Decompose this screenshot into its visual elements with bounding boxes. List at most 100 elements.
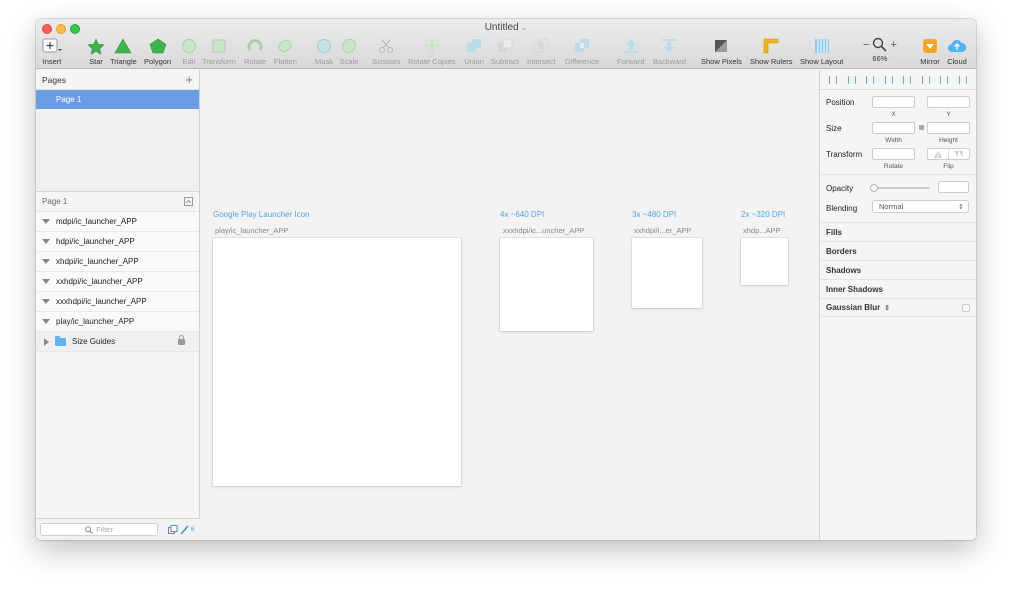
- scale-icon: [339, 37, 359, 55]
- opacity-slider-thumb[interactable]: [870, 184, 878, 192]
- disclosure-triangle-icon[interactable]: [42, 299, 50, 304]
- align-left-icon[interactable]: [829, 75, 838, 84]
- distribute-icon[interactable]: [847, 75, 856, 84]
- slice-brush-icon[interactable]: [180, 524, 190, 535]
- window-title[interactable]: Untitled ⌄: [36, 22, 976, 33]
- layer-row[interactable]: hdpi/ic_launcher_APP: [36, 232, 199, 252]
- layer-row[interactable]: xxhdpi/ic_launcher_APP: [36, 272, 199, 292]
- flip-horizontal-icon[interactable]: [928, 149, 949, 159]
- align-center-icon[interactable]: [884, 75, 893, 84]
- height-input[interactable]: [927, 122, 970, 134]
- transform-tool-button[interactable]: Transform: [202, 37, 236, 67]
- show-rulers-button[interactable]: Show Rulers: [750, 37, 793, 67]
- cloud-button[interactable]: Cloud: [947, 37, 967, 67]
- align-right-icon[interactable]: [903, 75, 912, 84]
- title-bar: Untitled ⌄ Insert Star Triangle Polygon …: [36, 19, 976, 69]
- collapse-layers-icon[interactable]: [184, 197, 193, 206]
- show-pixels-button[interactable]: Show Pixels: [701, 37, 742, 67]
- scissors-icon: [376, 37, 396, 55]
- subtract-tool-button[interactable]: Subtract: [491, 37, 519, 67]
- page-item-page-1[interactable]: Page 1: [36, 90, 199, 109]
- position-y-input[interactable]: [927, 96, 970, 108]
- filter-bar: Filter 6: [36, 518, 200, 540]
- disclosure-triangle-icon[interactable]: [42, 219, 50, 224]
- align-bottom-icon[interactable]: [958, 75, 967, 84]
- rotate-tool-button[interactable]: Rotate: [244, 37, 266, 67]
- flatten-tool-button[interactable]: Flatten: [274, 37, 297, 67]
- add-page-button[interactable]: +: [185, 72, 193, 87]
- layer-row[interactable]: play/ic_launcher_APP: [36, 312, 199, 332]
- show-layout-icon: [812, 37, 832, 55]
- gaussian-blur-checkbox[interactable]: [962, 303, 970, 312]
- intersect-tool-button[interactable]: Intersect: [527, 37, 556, 67]
- position-x-input[interactable]: [872, 96, 915, 108]
- artboard-name[interactable]: play/ic_launcher_APP: [215, 226, 288, 235]
- triangle-tool-button[interactable]: Triangle: [110, 37, 137, 67]
- union-tool-button[interactable]: Union: [464, 37, 484, 67]
- backward-tool-button[interactable]: Backward: [653, 37, 686, 67]
- disclosure-triangle-icon[interactable]: [42, 319, 50, 324]
- copy-layers-icon[interactable]: [168, 524, 178, 535]
- borders-section[interactable]: Borders: [820, 241, 976, 260]
- artboard-xxxhdpi[interactable]: [500, 238, 593, 331]
- lock-ratio-icon[interactable]: [919, 125, 924, 130]
- flip-vertical-icon[interactable]: [949, 149, 969, 159]
- align-middle-icon[interactable]: [940, 75, 949, 84]
- width-input[interactable]: [872, 122, 915, 134]
- layers-sidebar: Pages + Page 1 Page 1 mdpi/ic_launcher_A…: [36, 70, 200, 540]
- polygon-tool-button[interactable]: Polygon: [144, 37, 171, 67]
- star-tool-button[interactable]: Star: [86, 37, 106, 67]
- artboard-group-title: 4x ~640 DPI: [500, 210, 545, 219]
- filter-input[interactable]: Filter: [40, 523, 158, 536]
- artboard-play[interactable]: [213, 238, 461, 486]
- opacity-slider[interactable]: [870, 184, 930, 192]
- artboard-xxhdpi[interactable]: [632, 238, 702, 308]
- shadows-section[interactable]: Shadows: [820, 260, 976, 279]
- blending-select[interactable]: Normal ⇕: [872, 200, 969, 213]
- lock-icon[interactable]: [178, 334, 185, 345]
- artboard-name[interactable]: xxhdpi/i...er_APP: [634, 226, 692, 235]
- artboard-name[interactable]: xhdp...APP: [743, 226, 781, 235]
- magnifier-icon: [873, 37, 888, 52]
- zoom-in-button[interactable]: +: [890, 39, 896, 51]
- export-count: 6: [191, 526, 195, 533]
- layer-row[interactable]: xxxhdpi/ic_launcher_APP: [36, 292, 199, 312]
- inner-shadows-section[interactable]: Inner Shadows: [820, 279, 976, 298]
- rotate-copies-icon: [422, 37, 442, 55]
- insert-button[interactable]: Insert: [42, 37, 62, 67]
- forward-tool-button[interactable]: Forward: [617, 37, 645, 67]
- mirror-button[interactable]: Mirror: [920, 37, 940, 67]
- fills-section[interactable]: Fills: [820, 222, 976, 241]
- rotate-input[interactable]: [872, 148, 915, 160]
- opacity-input[interactable]: [938, 181, 969, 193]
- select-arrows-icon[interactable]: ⇕: [884, 304, 890, 312]
- show-rulers-icon: [761, 37, 781, 55]
- pages-header: Pages +: [36, 70, 199, 90]
- mask-tool-button[interactable]: Mask: [314, 37, 334, 67]
- layer-row-size-guides[interactable]: Size Guides: [36, 332, 199, 352]
- transform-icon: [209, 37, 229, 55]
- gaussian-blur-section[interactable]: Gaussian Blur ⇕: [820, 298, 976, 317]
- disclosure-triangle-icon[interactable]: [42, 259, 50, 264]
- rotate-copies-tool-button[interactable]: Rotate Copies: [408, 37, 456, 67]
- disclosure-triangle-icon[interactable]: [42, 279, 50, 284]
- show-layout-button[interactable]: Show Layout: [800, 37, 843, 67]
- layer-row[interactable]: mdpi/ic_launcher_APP: [36, 212, 199, 232]
- difference-tool-button[interactable]: Difference: [565, 37, 599, 67]
- scale-tool-button[interactable]: Scale: [339, 37, 359, 67]
- artboard-name[interactable]: xxxhdpi/ic...uncher_APP: [503, 226, 584, 235]
- backward-icon: [659, 37, 679, 55]
- flip-control: [927, 148, 970, 160]
- artboard-xhdpi[interactable]: [741, 238, 788, 285]
- disclosure-triangle-icon[interactable]: [44, 337, 49, 346]
- disclosure-triangle-icon[interactable]: [42, 239, 50, 244]
- align-vertical-top-icon[interactable]: [921, 75, 930, 84]
- canvas[interactable]: Google Play Launcher Icon play/ic_launch…: [201, 70, 819, 540]
- align-top-icon[interactable]: [866, 75, 875, 84]
- zoom-out-button[interactable]: −: [863, 39, 869, 51]
- zoom-level: 66%: [872, 54, 888, 63]
- layer-row[interactable]: xhdpi/ic_launcher_APP: [36, 252, 199, 272]
- scissors-tool-button[interactable]: Scissors: [372, 37, 400, 67]
- edit-tool-button[interactable]: Edit: [179, 37, 199, 67]
- insert-plus-icon: [42, 37, 62, 55]
